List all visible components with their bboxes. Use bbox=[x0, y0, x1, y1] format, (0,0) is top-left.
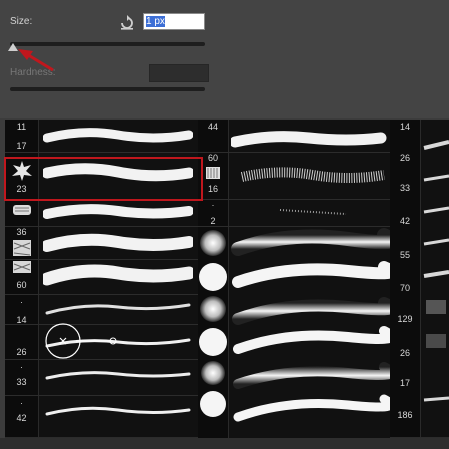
brush-stroke-preview bbox=[45, 406, 191, 416]
brush-size-label: 186 bbox=[397, 410, 413, 420]
brush-size-label: 33 bbox=[16, 377, 27, 387]
brush-preset[interactable]: 11 17 bbox=[5, 120, 198, 153]
brush-preset[interactable]: · 2 bbox=[198, 200, 390, 227]
brush-size-label: 42 bbox=[16, 413, 27, 423]
brush-stroke-preview bbox=[43, 204, 193, 219]
brush-stroke-preview bbox=[43, 264, 193, 286]
brush-size-label: 26 bbox=[399, 348, 410, 358]
brush-tip-thumbnail bbox=[13, 240, 31, 256]
brush-size-label: 14 bbox=[399, 122, 410, 132]
brush-size-label: 33 bbox=[399, 183, 410, 193]
cursor-crosshair-icon bbox=[45, 323, 117, 359]
brush-size-label: 2 bbox=[210, 216, 216, 226]
brush-size-label: 11 bbox=[16, 122, 27, 132]
brush-size-label: 17 bbox=[16, 141, 27, 151]
soft-brush-previews bbox=[199, 228, 390, 422]
annotation-arrow bbox=[18, 49, 54, 72]
brush-size-label: 70 bbox=[399, 283, 410, 293]
brush-size-label: 14 bbox=[16, 315, 27, 325]
brush-stroke-previews bbox=[423, 140, 449, 402]
brush-size-label: 42 bbox=[399, 216, 410, 226]
brush-preset[interactable]: 36 bbox=[5, 227, 198, 260]
brush-size-label: 55 bbox=[399, 250, 410, 260]
brush-stroke-preview bbox=[231, 131, 387, 148]
brush-preset[interactable]: · 33 bbox=[5, 360, 198, 396]
brush-tip-thumbnail bbox=[13, 205, 31, 215]
brush-stroke-preview bbox=[43, 233, 193, 252]
panel-bottom-bar bbox=[0, 438, 449, 449]
brush-tip-thumbnail bbox=[13, 261, 31, 273]
brush-size-label: 26 bbox=[16, 347, 27, 357]
brush-size-label: 129 bbox=[397, 314, 413, 324]
brush-preset[interactable]: 60 16 bbox=[198, 153, 390, 200]
selected-brush-highlight bbox=[4, 157, 203, 201]
brush-size-label: 44 bbox=[207, 122, 218, 132]
brush-preset[interactable]: 44 bbox=[198, 120, 390, 153]
brush-size-label: 36 bbox=[16, 227, 27, 237]
brush-stroke-preview bbox=[45, 303, 191, 315]
brush-preset[interactable]: · 14 bbox=[5, 295, 198, 325]
brush-tip-thumbnail bbox=[206, 167, 220, 179]
brush-size-label: 60 bbox=[16, 280, 27, 290]
brush-preset[interactable]: 44 60 bbox=[5, 260, 198, 295]
brush-preset[interactable] bbox=[5, 200, 198, 227]
brush-preset-column-3[interactable]: 14 26 33 42 55 70 129 26 17 186 bbox=[390, 120, 449, 438]
brush-stroke-preview bbox=[240, 167, 385, 183]
brush-size-label: 26 bbox=[399, 153, 410, 163]
brush-preset-group[interactable] bbox=[198, 227, 390, 438]
brush-stroke-preview bbox=[279, 209, 347, 215]
brush-stroke-preview bbox=[43, 128, 193, 143]
brush-stroke-preview bbox=[45, 371, 191, 380]
brush-preset[interactable]: · 42 bbox=[5, 396, 198, 438]
brush-size-label: 17 bbox=[399, 378, 410, 388]
